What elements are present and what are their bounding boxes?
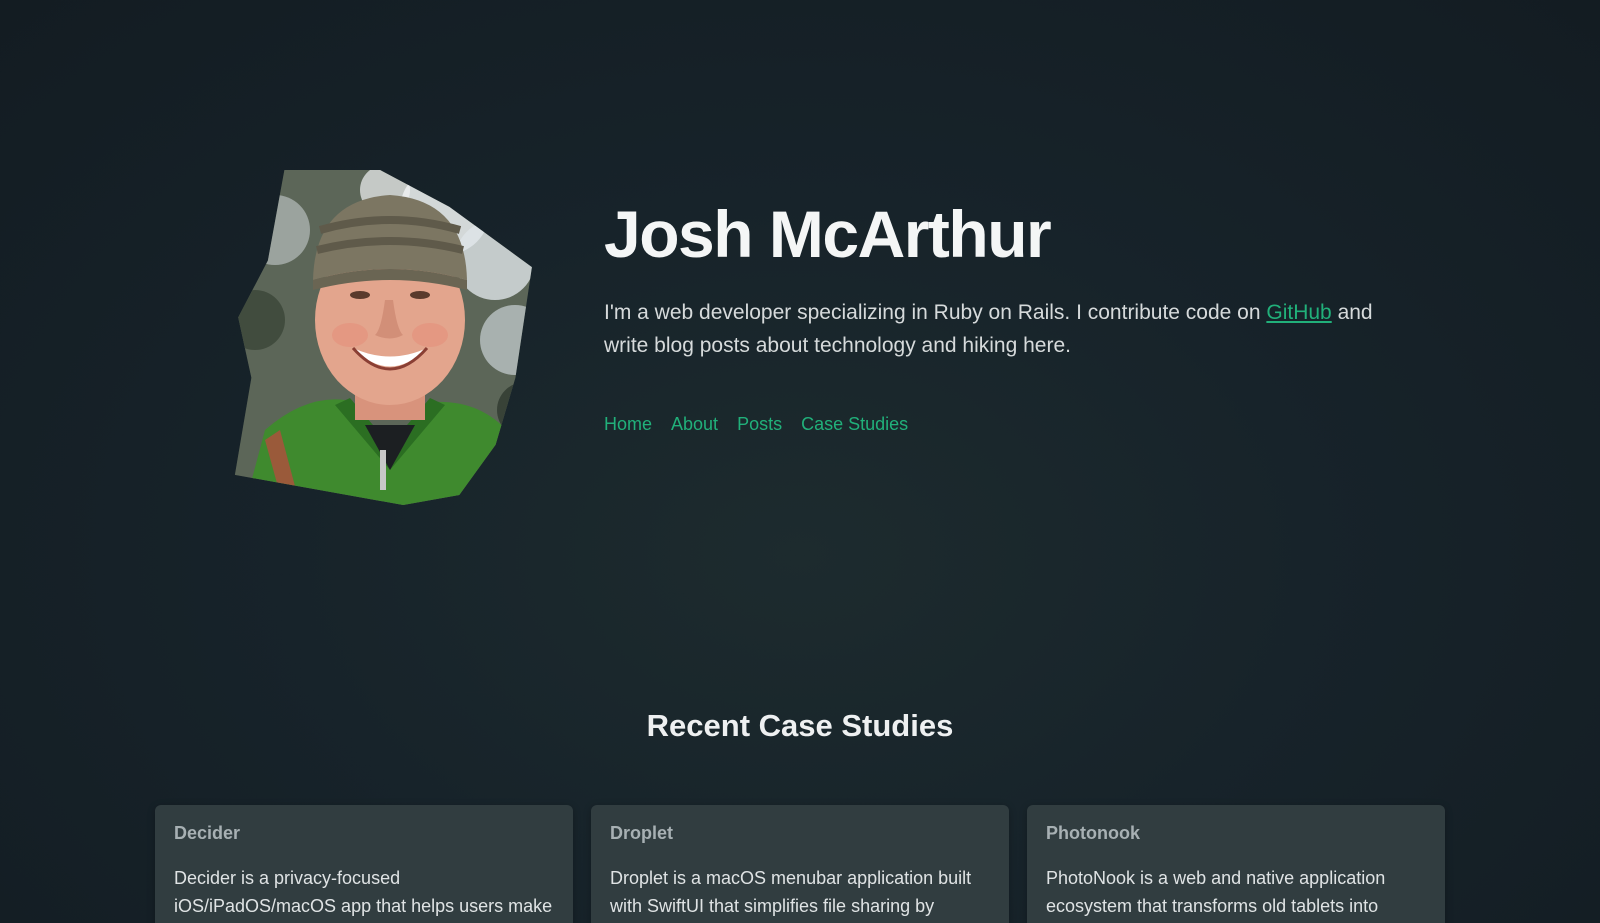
nav-posts-link[interactable]: Posts xyxy=(737,414,782,435)
case-study-title[interactable]: Decider xyxy=(174,823,554,844)
case-study-title[interactable]: Photonook xyxy=(1046,823,1426,844)
nav-about-link[interactable]: About xyxy=(671,414,718,435)
github-link[interactable]: GitHub xyxy=(1266,301,1331,324)
intro-text: I'm a web developer specializing in Ruby… xyxy=(604,296,1404,362)
intro-text-start: I'm a web developer specializing in Ruby… xyxy=(604,301,1267,324)
nav-home-link[interactable]: Home xyxy=(604,414,652,435)
case-study-title[interactable]: Droplet xyxy=(610,823,990,844)
case-study-card-photonook[interactable]: Photonook PhotoNook is a web and native … xyxy=(1027,805,1445,923)
case-studies-heading: Recent Case Studies xyxy=(646,708,954,743)
main-nav: Home About Posts Case Studies xyxy=(604,414,1414,435)
hero: Josh McArthur I'm a web developer specia… xyxy=(0,0,1600,540)
page: Josh McArthur I'm a web developer specia… xyxy=(0,0,1600,923)
case-studies-list: Decider Decider is a privacy-focused iOS… xyxy=(155,805,1445,923)
case-study-description: Decider is a privacy-focused iOS/iPadOS/… xyxy=(174,868,553,916)
profile-photo xyxy=(234,170,532,505)
case-study-description: Droplet is a macOS menubar application b… xyxy=(610,868,972,916)
case-study-card-decider[interactable]: Decider Decider is a privacy-focused iOS… xyxy=(155,805,573,923)
nav-case-studies-link[interactable]: Case Studies xyxy=(801,414,908,435)
case-study-description: PhotoNook is a web and native applicatio… xyxy=(1046,868,1386,916)
portrait-illustration xyxy=(234,170,532,505)
hero-text: Josh McArthur I'm a web developer specia… xyxy=(604,190,1414,435)
site-title: Josh McArthur xyxy=(604,197,1052,271)
case-study-card-droplet[interactable]: Droplet Droplet is a macOS menubar appli… xyxy=(591,805,1009,923)
